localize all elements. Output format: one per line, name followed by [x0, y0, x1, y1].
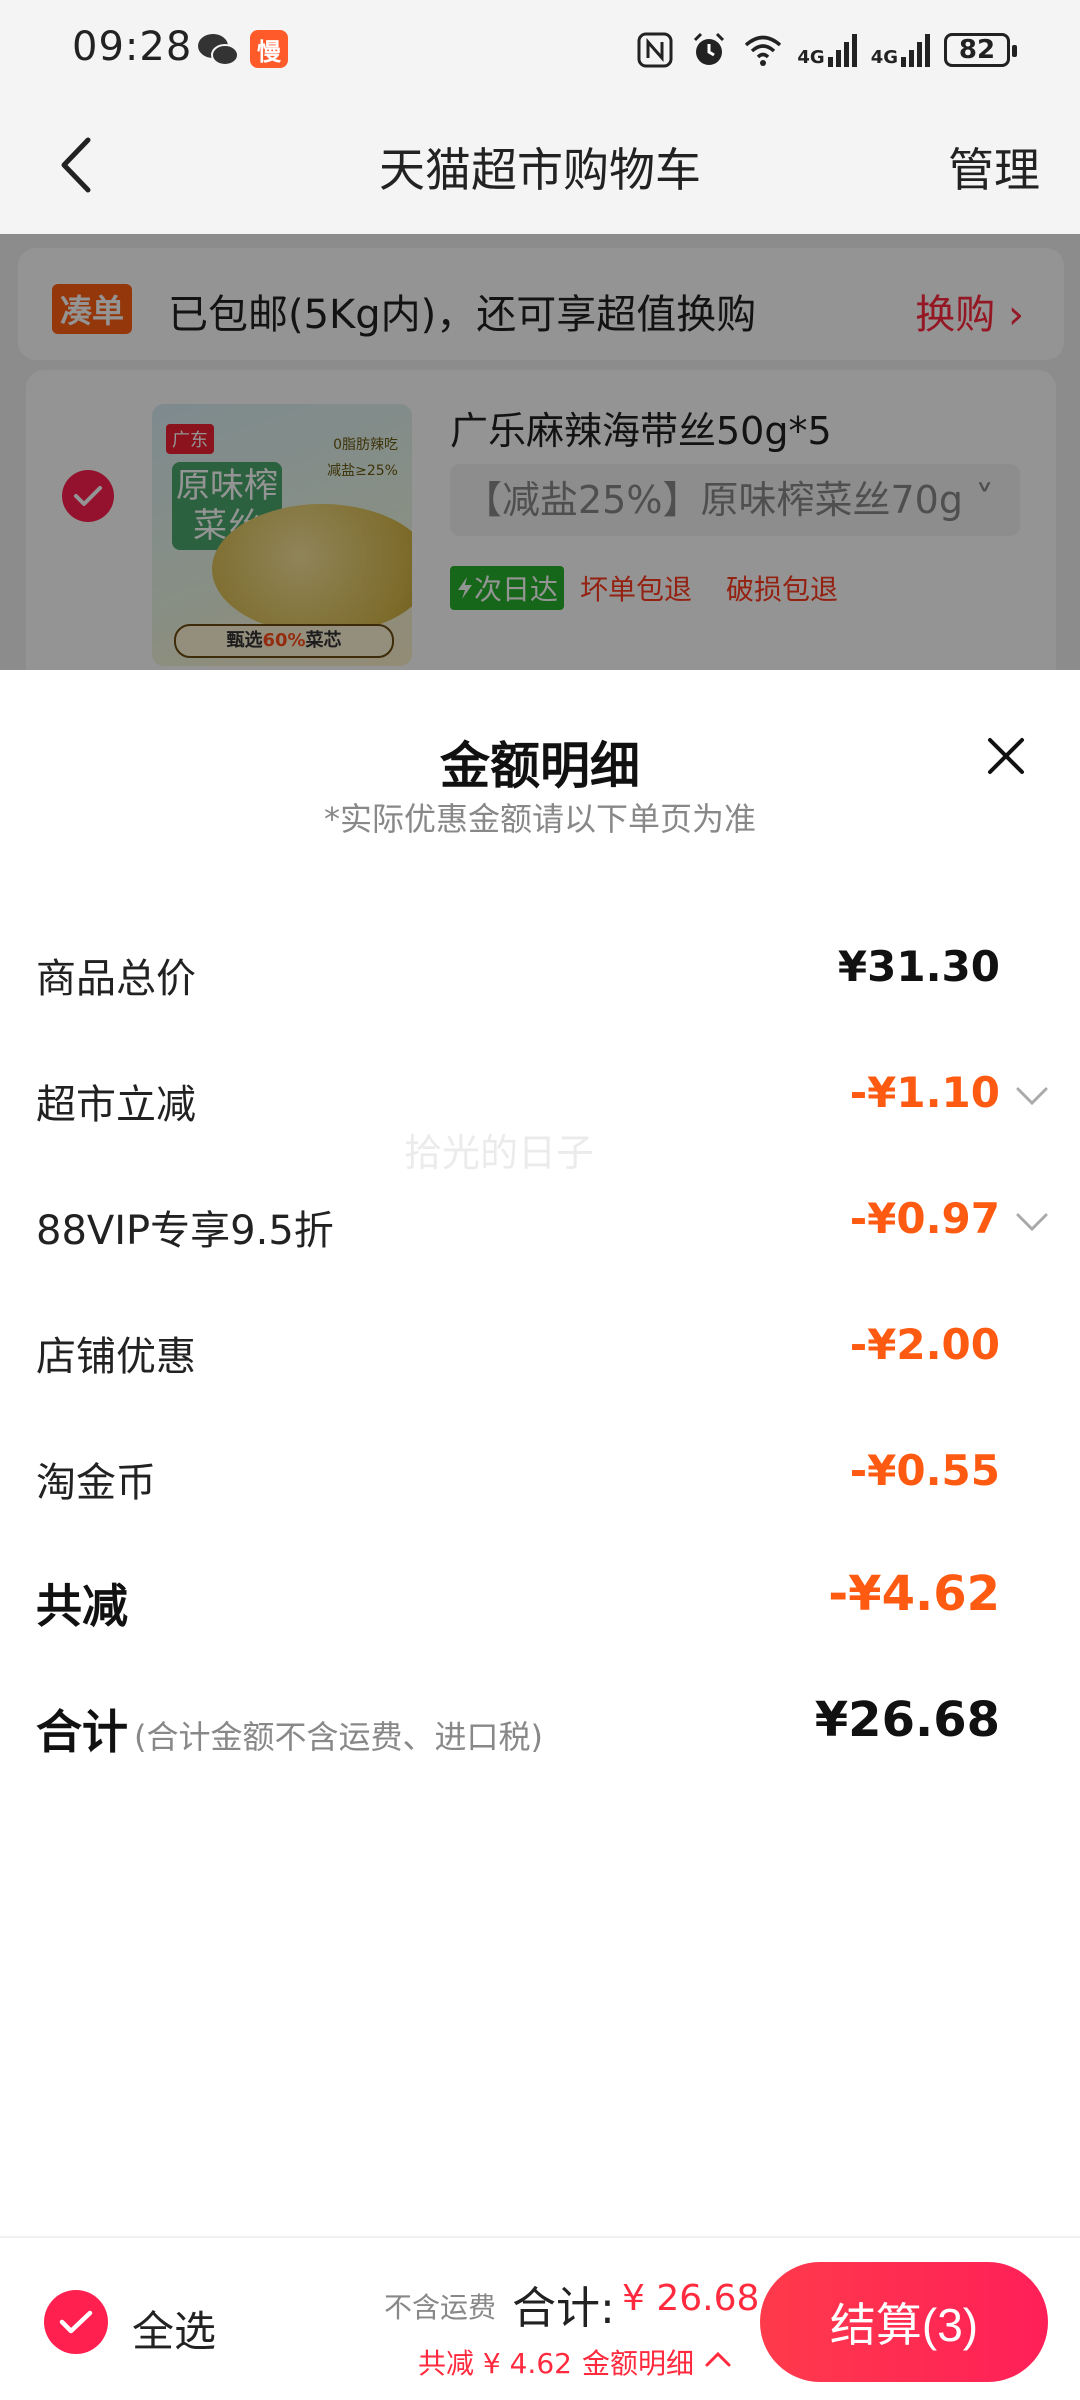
row-supermarket-discount[interactable]: 超市立减 -¥1.10	[0, 1056, 1080, 1136]
cart-list: 凑单 已包邮(5Kg内)，还可享超值换购 换购 › 广东 原味榨菜丝 0脂肪辣吃…	[0, 234, 1080, 670]
signal-icon	[901, 34, 930, 67]
total-label: 合计:	[512, 2283, 615, 2334]
row-label: 超市立减	[36, 1082, 196, 1128]
network-type-label: 4G	[870, 47, 898, 68]
total-value: ¥ 26.68	[622, 2278, 760, 2319]
chevron-up-icon[interactable]	[704, 2350, 732, 2368]
sheet-subtitle: *实际优惠金额请以下单页为准	[323, 800, 756, 838]
check-icon	[59, 2310, 93, 2334]
saving-amount: 共减 ¥ 4.62	[418, 2347, 572, 2380]
select-all-checkbox[interactable]	[44, 2290, 108, 2354]
battery-icon: 82	[944, 33, 1017, 67]
row-value: -¥0.97	[849, 1194, 1000, 1243]
wifi-icon	[745, 35, 782, 66]
row-note: (合计金额不含运费、进口税)	[134, 1718, 543, 1756]
status-icons: 4G 4G 82	[635, 26, 1017, 74]
row-label: 合计 (合计金额不含运费、进口税)	[36, 1696, 543, 1762]
row-taojinbi: 淘金币 -¥0.55	[0, 1434, 1080, 1514]
row-label: 共减	[36, 1579, 128, 1633]
signal-2: 4G	[871, 33, 930, 67]
select-all-label[interactable]: 全选	[132, 2298, 216, 2359]
checkout-button[interactable]: 结算(3)	[760, 2262, 1048, 2382]
row-label: 商品总价	[36, 956, 196, 1002]
checkout-bar: 全选 不含运费 合计: ¥ 26.68 共减 ¥ 4.62 金额明细 结算(3)	[0, 2236, 1080, 2400]
app-notification-icon: 慢	[250, 30, 288, 68]
row-vip-discount[interactable]: 88VIP专享9.5折 -¥0.97	[0, 1182, 1080, 1262]
dim-overlay[interactable]	[0, 234, 1080, 670]
close-icon[interactable]	[982, 732, 1030, 780]
row-grand-total: 合计 (合计金额不含运费、进口税) ¥26.68	[0, 1686, 1080, 1766]
status-time: 09:28	[72, 24, 193, 70]
row-value: ¥26.68	[814, 1692, 1000, 1748]
row-label: 店铺优惠	[36, 1334, 196, 1380]
row-label: 淘金币	[36, 1460, 156, 1506]
signal-icon	[827, 34, 857, 67]
row-value: -¥0.55	[849, 1446, 1000, 1495]
nav-bar: 天猫超市购物车 管理	[0, 100, 1080, 234]
manage-button[interactable]: 管理	[948, 134, 1040, 200]
shipping-note: 不含运费	[384, 2291, 497, 2324]
row-value: -¥1.10	[849, 1068, 1000, 1117]
signal-1: 4G	[797, 33, 857, 68]
amount-detail-sheet: 金额明细 *实际优惠金额请以下单页为准 拾光的日子 商品总价 ¥31.30 超市…	[0, 670, 1080, 2236]
sheet-title: 金额明细	[440, 737, 640, 795]
row-value: ¥31.30	[837, 942, 1000, 991]
network-type-label: 4G	[797, 47, 825, 68]
page-title: 天猫超市购物车	[379, 143, 701, 197]
battery-level: 82	[958, 35, 996, 65]
status-bar: 09:28 慢 4G 4G 82	[0, 0, 1080, 100]
amount-detail-link[interactable]: 金额明细	[582, 2342, 694, 2382]
nfc-icon	[637, 32, 673, 68]
row-store-discount: 店铺优惠 -¥2.00	[0, 1308, 1080, 1388]
row-label-text: 合计	[36, 1705, 128, 1759]
chevron-down-icon[interactable]	[1014, 1210, 1050, 1234]
row-goods-total: 商品总价 ¥31.30	[0, 930, 1080, 1010]
chevron-down-icon[interactable]	[1014, 1084, 1050, 1108]
alarm-icon	[694, 32, 725, 65]
screen: 09:28 慢 4G 4G 82 天猫超市购物车 管理 凑单 已包邮(5Kg内)…	[0, 0, 1080, 2400]
row-label: 88VIP专享9.5折	[36, 1208, 334, 1254]
row-total-saving: 共减 -¥4.62	[0, 1560, 1080, 1640]
row-value: -¥2.00	[849, 1320, 1000, 1369]
wechat-icon	[198, 34, 239, 66]
row-value: -¥4.62	[828, 1566, 1000, 1622]
